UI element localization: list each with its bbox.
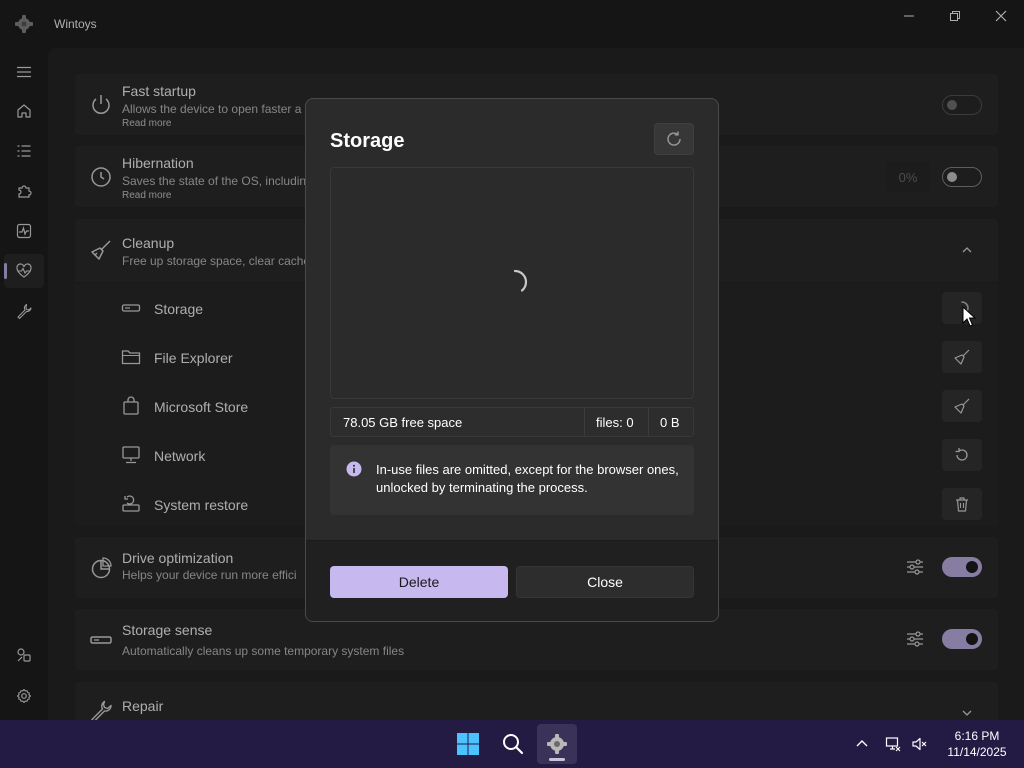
dialog-footer: Delete Close: [306, 540, 718, 621]
network-icon: [885, 737, 901, 752]
storage-dialog: Storage 78.05 GB free space files: 0 0 B…: [305, 98, 719, 622]
refresh-button[interactable]: [654, 123, 694, 155]
app-window: Wintoys Fast startup Allows the device t…: [0, 0, 1024, 720]
tray-overflow-button[interactable]: [852, 734, 872, 754]
file-list-panel: [330, 167, 694, 399]
clock-date: 11/14/2025: [947, 745, 1007, 759]
tray-volume-button[interactable]: [909, 734, 929, 754]
info-message: In-use files are omitted, except for the…: [376, 462, 679, 495]
files-count-label: files: 0: [596, 415, 634, 430]
active-app-indicator: [549, 758, 565, 761]
loading-spinner-icon: [513, 269, 528, 292]
total-size-label: 0 B: [660, 415, 680, 430]
tray-network-button[interactable]: [883, 734, 903, 754]
taskbar-search-button[interactable]: [493, 724, 533, 764]
close-dialog-button[interactable]: Close: [516, 566, 694, 598]
info-icon: [346, 461, 362, 477]
taskbar: 6:16 PM 11/14/2025: [0, 720, 1024, 768]
wintoys-app-icon: [547, 734, 567, 754]
refresh-icon: [667, 131, 681, 146]
start-button[interactable]: [448, 724, 488, 764]
search-icon: [503, 734, 524, 755]
storage-stats-bar: 78.05 GB free space files: 0 0 B: [330, 407, 694, 437]
info-bar: In-use files are omitted, except for the…: [330, 445, 694, 515]
taskbar-clock[interactable]: 6:16 PM 11/14/2025: [937, 728, 1017, 760]
windows-logo-icon: [457, 733, 479, 755]
chevron-up-icon: [856, 740, 868, 747]
mouse-cursor-icon: [962, 306, 976, 327]
divider: [584, 408, 585, 436]
delete-button[interactable]: Delete: [330, 566, 508, 598]
dialog-title: Storage: [330, 130, 405, 152]
free-space-label: 78.05 GB free space: [343, 415, 463, 430]
clock-time: 6:16 PM: [954, 729, 1000, 743]
volume-muted-icon: [912, 737, 927, 751]
divider: [648, 408, 649, 436]
